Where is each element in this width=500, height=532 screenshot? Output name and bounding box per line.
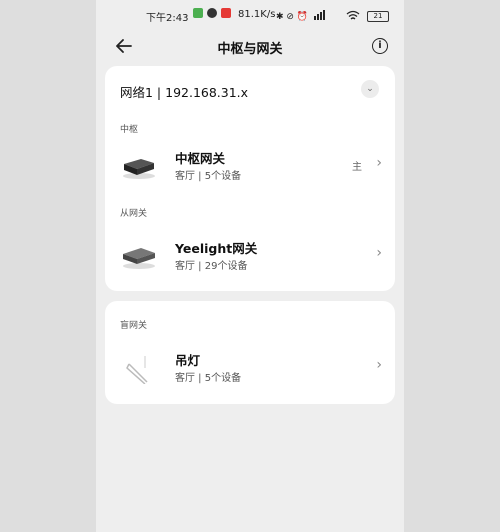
wifi-icon <box>346 10 360 20</box>
status-app-icons <box>193 8 231 18</box>
device-name: Yeelight网关 <box>175 241 258 256</box>
device-row-yeelight-gateway[interactable]: Yeelight网关 客厅 | 29个设备 › <box>105 234 395 282</box>
network-label: 网络1 | 192.168.31.x <box>120 85 249 100</box>
status-signal-icons: ✱ ⊘ ⏰ <box>276 10 325 21</box>
section-blind: 盲网关 <box>120 321 148 331</box>
primary-badge: 主 <box>352 162 362 173</box>
chevron-right-icon: › <box>376 357 382 373</box>
hub-device-icon <box>123 159 155 179</box>
chevron-right-icon: › <box>376 245 382 261</box>
phone-screen: 下午2:43 81.1K/s ✱ ⊘ ⏰ 21 中枢与网关 i 网络1 | 19… <box>96 0 404 532</box>
status-time: 下午2:43 <box>146 13 189 24</box>
network-card: 网络1 | 192.168.31.x ⌄ 中枢 中枢网关 客厅 | 5个设备 主… <box>105 66 395 291</box>
blind-gateway-card: 盲网关 吊灯 客厅 | 5个设备 › <box>105 301 395 404</box>
section-secondary: 从网关 <box>120 209 148 219</box>
pendant-lamp-icon <box>126 356 148 384</box>
device-subtitle: 客厅 | 5个设备 <box>175 171 242 182</box>
status-bar: 下午2:43 81.1K/s ✱ ⊘ ⏰ 21 <box>96 6 404 26</box>
app-header: 中枢与网关 i <box>96 34 404 58</box>
status-speed: 81.1K/s <box>238 9 276 20</box>
info-icon[interactable]: i <box>372 38 388 54</box>
app-notification-icon <box>221 8 231 18</box>
app-notification-icon <box>193 8 203 18</box>
device-name: 吊灯 <box>175 353 201 368</box>
section-hub: 中枢 <box>120 125 139 135</box>
device-name: 中枢网关 <box>175 151 226 166</box>
device-subtitle: 客厅 | 5个设备 <box>175 373 242 384</box>
gateway-device-icon <box>123 248 155 269</box>
svg-text:✱ ⊘ ⏰: ✱ ⊘ ⏰ <box>276 10 308 21</box>
device-row-hub-gateway[interactable]: 中枢网关 客厅 | 5个设备 主 › <box>105 144 395 192</box>
device-row-pendant-lamp[interactable]: 吊灯 客厅 | 5个设备 › <box>105 346 395 394</box>
page-title: 中枢与网关 <box>217 42 283 57</box>
chevron-down-icon[interactable]: ⌄ <box>361 80 379 98</box>
battery-icon: 21 <box>367 11 389 22</box>
chevron-right-icon: › <box>376 155 382 171</box>
device-subtitle: 客厅 | 29个设备 <box>175 261 248 272</box>
app-notification-icon <box>207 8 217 18</box>
